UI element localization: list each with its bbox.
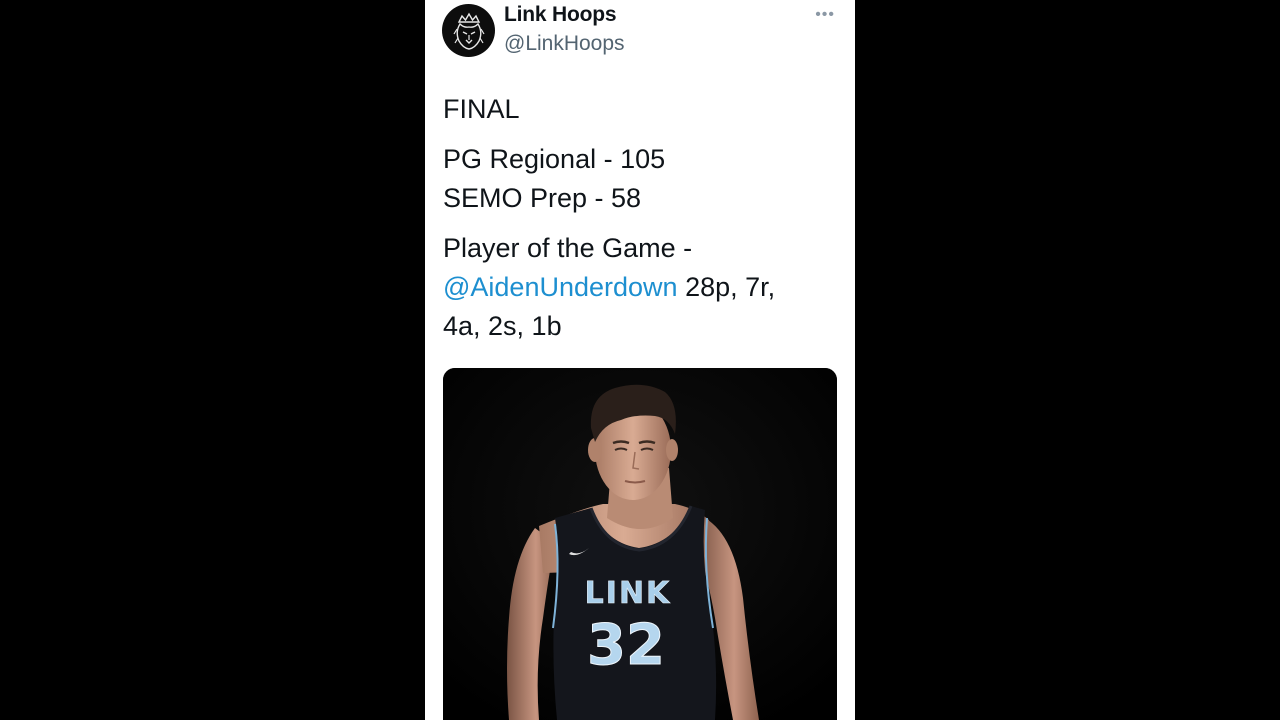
player-of-game-label: Player of the Game - [443, 233, 693, 263]
score-line-team1: PG Regional - 105 [443, 144, 666, 174]
display-name[interactable]: Link Hoops [504, 3, 617, 27]
video-frame: Link Hoops @LinkHoops ••• FINAL PG Regio… [0, 0, 1280, 720]
more-horizontal-icon[interactable]: ••• [815, 6, 835, 24]
jersey-text: LINK [585, 576, 672, 611]
game-status: FINAL [443, 94, 520, 124]
player-photo: LINK 32 [443, 368, 837, 720]
lion-logo-icon [452, 12, 485, 50]
player-stats-line: @AidenUnderdown 28p, 7r, [443, 268, 843, 307]
score-line-team2: SEMO Prep - 58 [443, 183, 642, 213]
jersey-number: 32 [587, 613, 665, 678]
stats-line-2: 4a, 2s, 1b [443, 311, 562, 341]
user-handle[interactable]: @LinkHoops [504, 32, 625, 56]
avatar[interactable] [442, 4, 495, 57]
tweet-text: FINAL PG Regional - 105 SEMO Prep - 58 P… [443, 90, 843, 346]
tweet-card: Link Hoops @LinkHoops ••• FINAL PG Regio… [425, 0, 855, 720]
user-mention-link[interactable]: @AidenUnderdown [443, 272, 678, 302]
tweet-photo[interactable]: LINK 32 [443, 368, 837, 720]
stats-inline: 28p, 7r, [677, 272, 776, 302]
